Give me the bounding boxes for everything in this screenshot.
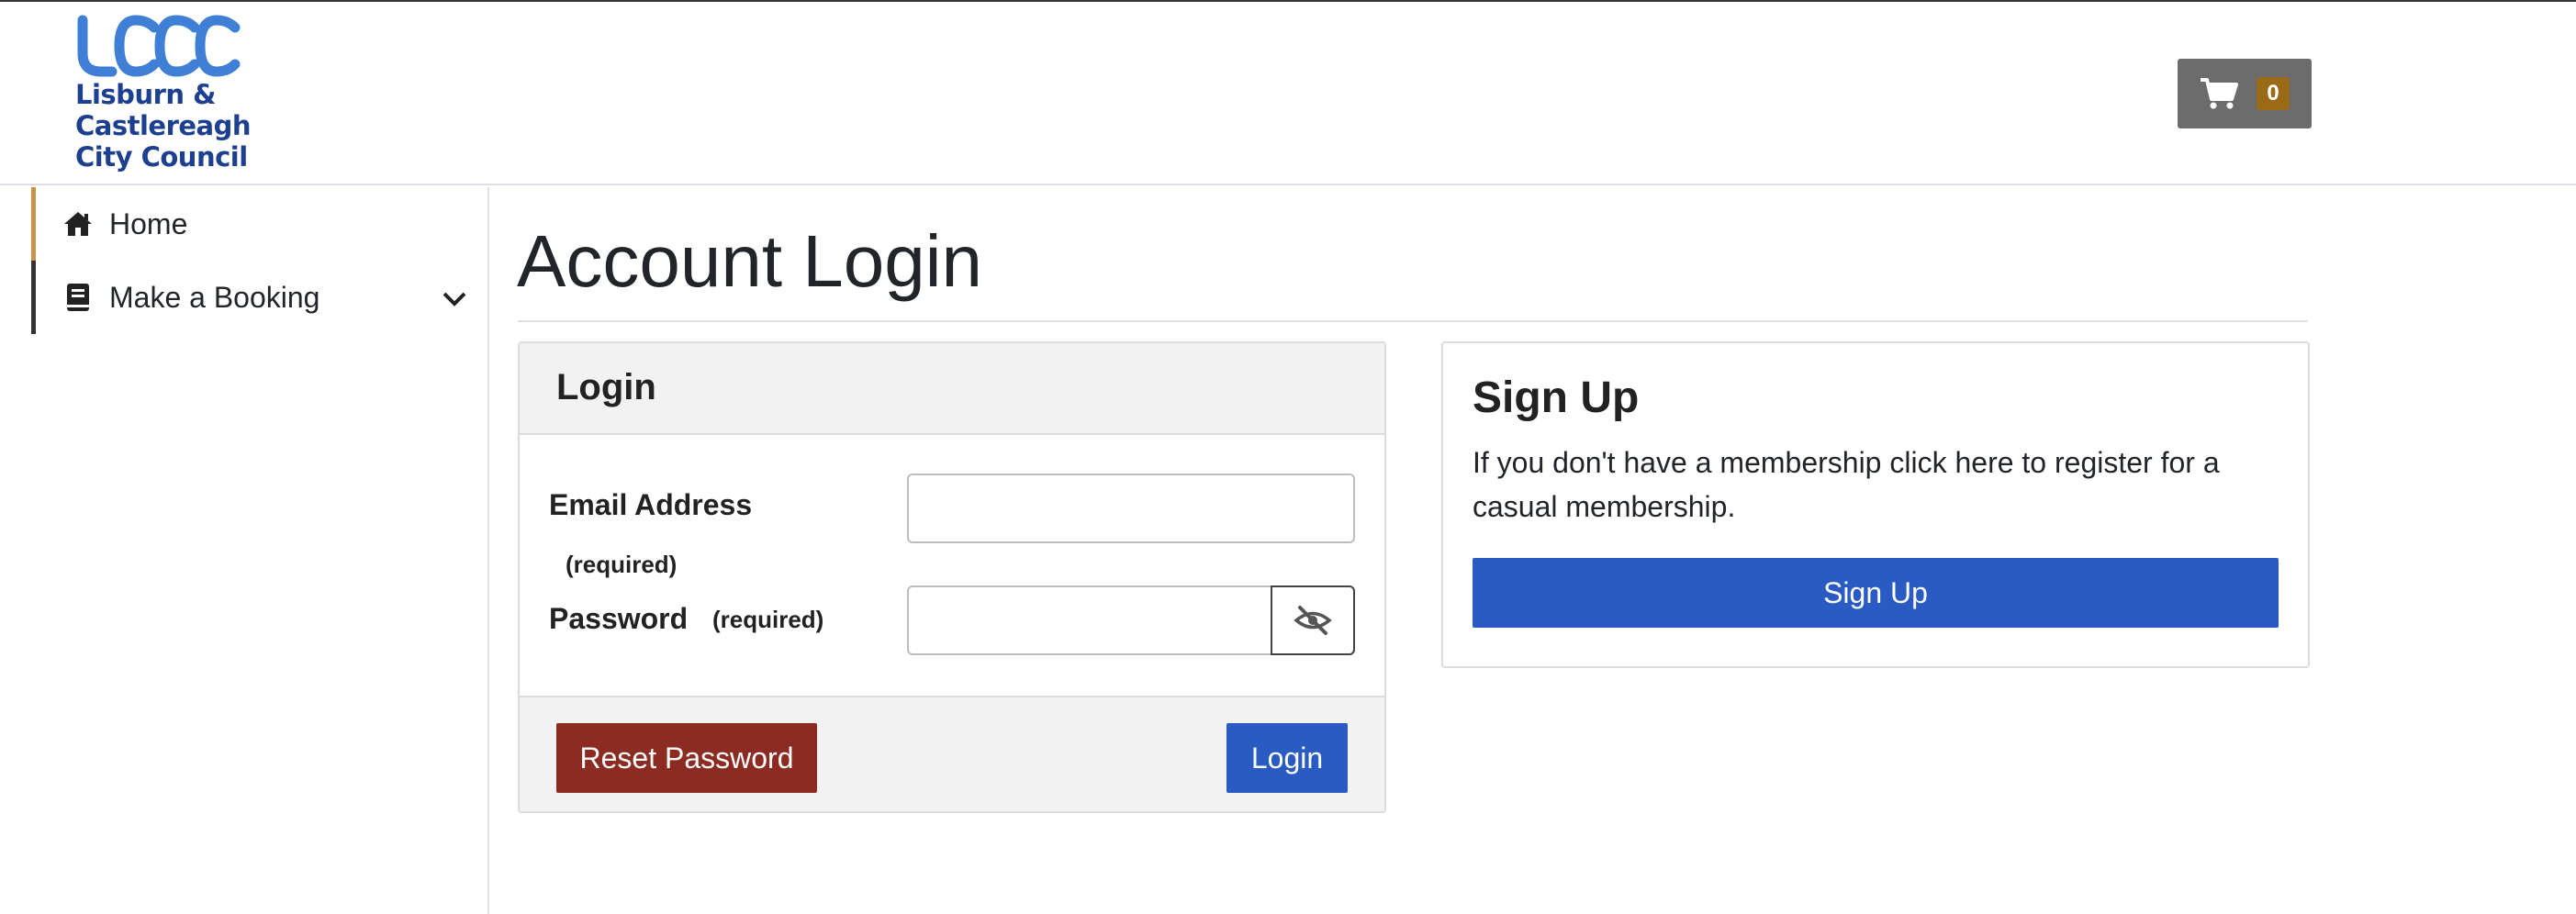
sign-up-button[interactable]: Sign Up bbox=[1473, 558, 2279, 628]
eye-slash-icon bbox=[1294, 606, 1332, 635]
login-card-title: Login bbox=[556, 367, 656, 407]
book-icon bbox=[62, 283, 95, 312]
title-divider bbox=[518, 320, 2308, 322]
reset-password-button[interactable]: Reset Password bbox=[556, 723, 817, 793]
sidebar-item-make-a-booking[interactable]: Make a Booking bbox=[31, 261, 488, 334]
home-icon bbox=[62, 209, 95, 239]
logo-mark bbox=[77, 15, 241, 77]
sidebar-item-home[interactable]: Home bbox=[31, 187, 488, 261]
sidebar-item-label: Home bbox=[109, 206, 188, 240]
sidebar: Home Make a Booking bbox=[0, 187, 489, 914]
email-label: Email Address bbox=[549, 488, 753, 521]
logo-line-3: City Council bbox=[75, 141, 248, 173]
chevron-down-icon[interactable] bbox=[441, 284, 468, 312]
login-card-header: Login bbox=[520, 343, 1384, 435]
password-label: Password bbox=[549, 602, 689, 635]
cart-button[interactable]: 0 bbox=[2178, 59, 2312, 128]
logo-text: Lisburn & Castlereagh City Council bbox=[75, 79, 252, 173]
page-title: Account Login bbox=[517, 220, 983, 302]
lccc-logo[interactable]: Lisburn & Castlereagh City Council bbox=[73, 15, 257, 180]
password-required-note: (required) bbox=[712, 606, 824, 633]
site-header: Lisburn & Castlereagh City Council 0 bbox=[0, 2, 2576, 185]
logo-line-1: Lisburn & bbox=[75, 79, 216, 110]
password-field[interactable] bbox=[907, 585, 1272, 655]
cart-count-badge: 0 bbox=[2257, 77, 2290, 110]
sidebar-item-label: Make a Booking bbox=[109, 280, 320, 314]
signup-card: Sign Up If you don't have a membership c… bbox=[1441, 341, 2310, 668]
login-card-footer: Reset Password Login bbox=[520, 696, 1384, 811]
signup-title: Sign Up bbox=[1473, 373, 1640, 422]
logo-line-2: Castlereagh bbox=[75, 110, 252, 141]
signup-description: If you don't have a membership click her… bbox=[1473, 446, 2220, 523]
email-field[interactable] bbox=[907, 474, 1355, 543]
toggle-password-visibility-button[interactable] bbox=[1271, 585, 1355, 655]
login-button[interactable]: Login bbox=[1226, 723, 1348, 793]
login-card: Login Email Address (required) Password … bbox=[518, 341, 1386, 813]
shopping-cart-icon bbox=[2201, 78, 2239, 109]
email-required-note: (required) bbox=[566, 551, 678, 578]
